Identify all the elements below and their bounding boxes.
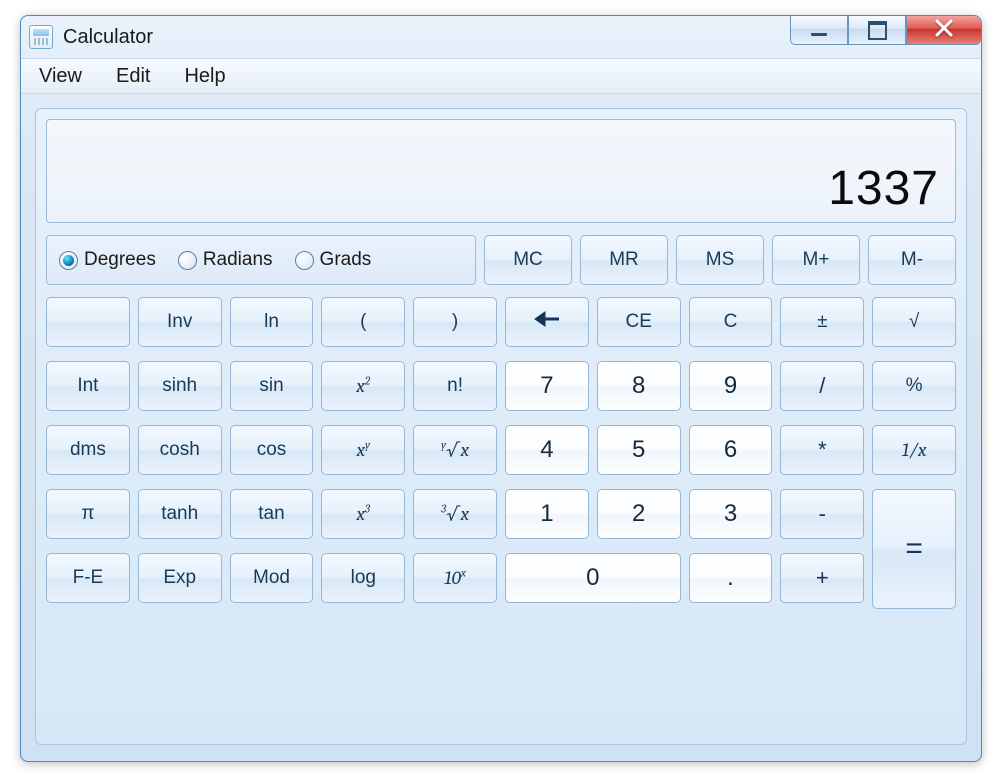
ten-pow-x-button[interactable]: 10x [413, 553, 497, 603]
window-buttons [790, 16, 981, 58]
dms-button[interactable]: dms [46, 425, 130, 475]
radio-icon [178, 251, 197, 270]
digit-0-button[interactable]: 0 [505, 553, 681, 603]
sinh-button[interactable]: sinh [138, 361, 222, 411]
client-area: 1337 Degrees Radians [21, 94, 981, 761]
tanh-button[interactable]: tanh [138, 489, 222, 539]
radians-radio[interactable]: Radians [178, 249, 273, 271]
display: 1337 [46, 119, 956, 223]
sqrt-button[interactable]: √ [872, 297, 956, 347]
fe-button[interactable]: F-E [46, 553, 130, 603]
add-button[interactable]: + [780, 553, 864, 603]
cosh-button[interactable]: cosh [138, 425, 222, 475]
ten-pow-x-label: 10x [444, 567, 466, 589]
radio-icon [295, 251, 314, 270]
grads-radio[interactable]: Grads [295, 249, 372, 271]
multiply-button[interactable]: * [780, 425, 864, 475]
digit-5-button[interactable]: 5 [597, 425, 681, 475]
maximize-button[interactable] [848, 16, 906, 45]
log-button[interactable]: log [321, 553, 405, 603]
exp-button[interactable]: Exp [138, 553, 222, 603]
menu-view[interactable]: View [33, 63, 88, 90]
mr-button[interactable]: MR [580, 235, 668, 285]
equals-button[interactable]: = [872, 489, 956, 609]
ln-button[interactable]: ln [230, 297, 314, 347]
x-squared-label: x2 [356, 375, 370, 397]
radio-icon [59, 251, 78, 270]
digit-1-button[interactable]: 1 [505, 489, 589, 539]
mminus-button[interactable]: M- [868, 235, 956, 285]
menubar: View Edit Help [21, 58, 981, 94]
degrees-label: Degrees [84, 249, 156, 271]
rparen-button[interactable]: ) [413, 297, 497, 347]
cube-root-button[interactable]: 3√x [413, 489, 497, 539]
mod-button[interactable]: Mod [230, 553, 314, 603]
menu-help[interactable]: Help [178, 63, 231, 90]
pi-button[interactable]: π [46, 489, 130, 539]
minimize-button[interactable] [790, 16, 848, 45]
x-pow-y-label: xy [357, 439, 370, 461]
cos-button[interactable]: cos [230, 425, 314, 475]
digit-2-button[interactable]: 2 [597, 489, 681, 539]
backspace-button[interactable] [505, 297, 589, 347]
reciprocal-button[interactable]: 1/x [872, 425, 956, 475]
y-root-x-label: y√x [441, 439, 469, 461]
mplus-button[interactable]: M+ [772, 235, 860, 285]
tan-button[interactable]: tan [230, 489, 314, 539]
calculator-window: Calculator View Edit Help 1337 [20, 15, 982, 762]
minimize-icon [811, 33, 827, 36]
close-button[interactable] [906, 16, 981, 45]
menu-edit[interactable]: Edit [110, 63, 156, 90]
divide-button[interactable]: / [780, 361, 864, 411]
x-squared-button[interactable]: x2 [321, 361, 405, 411]
percent-button[interactable]: % [872, 361, 956, 411]
decimal-button[interactable]: . [689, 553, 773, 603]
blank-button[interactable] [46, 297, 130, 347]
sin-button[interactable]: sin [230, 361, 314, 411]
plusminus-button[interactable]: ± [780, 297, 864, 347]
x-pow-y-button[interactable]: xy [321, 425, 405, 475]
display-value: 1337 [828, 161, 939, 216]
int-button[interactable]: Int [46, 361, 130, 411]
memory-buttons: MC MR MS M+ M- [484, 235, 956, 285]
digit-4-button[interactable]: 4 [505, 425, 589, 475]
c-button[interactable]: C [689, 297, 773, 347]
inv-button[interactable]: Inv [138, 297, 222, 347]
digit-3-button[interactable]: 3 [689, 489, 773, 539]
close-icon [933, 17, 955, 44]
top-row: Degrees Radians Grads MC MR [46, 235, 956, 285]
angle-mode-group: Degrees Radians Grads [46, 235, 476, 285]
degrees-radio[interactable]: Degrees [59, 249, 156, 271]
backspace-icon [533, 309, 561, 335]
x-cubed-button[interactable]: x3 [321, 489, 405, 539]
grads-label: Grads [320, 249, 372, 271]
digit-6-button[interactable]: 6 [689, 425, 773, 475]
lparen-button[interactable]: ( [321, 297, 405, 347]
subtract-button[interactable]: - [780, 489, 864, 539]
ce-button[interactable]: CE [597, 297, 681, 347]
digit-7-button[interactable]: 7 [505, 361, 589, 411]
digit-9-button[interactable]: 9 [689, 361, 773, 411]
calculator-panel: 1337 Degrees Radians [35, 108, 967, 745]
radians-label: Radians [203, 249, 273, 271]
ms-button[interactable]: MS [676, 235, 764, 285]
window-title: Calculator [63, 26, 153, 49]
maximize-icon [868, 21, 887, 40]
titlebar: Calculator [21, 16, 981, 58]
digit-8-button[interactable]: 8 [597, 361, 681, 411]
factorial-button[interactable]: n! [413, 361, 497, 411]
mc-button[interactable]: MC [484, 235, 572, 285]
reciprocal-label: 1/x [902, 439, 927, 461]
y-root-x-button[interactable]: y√x [413, 425, 497, 475]
cube-root-label: 3√x [441, 503, 469, 525]
x-cubed-label: x3 [357, 503, 371, 525]
keypad: Inv ln ( ) CE C ± √ Int sinh sin x2 [46, 297, 956, 734]
calculator-app-icon [29, 25, 53, 49]
